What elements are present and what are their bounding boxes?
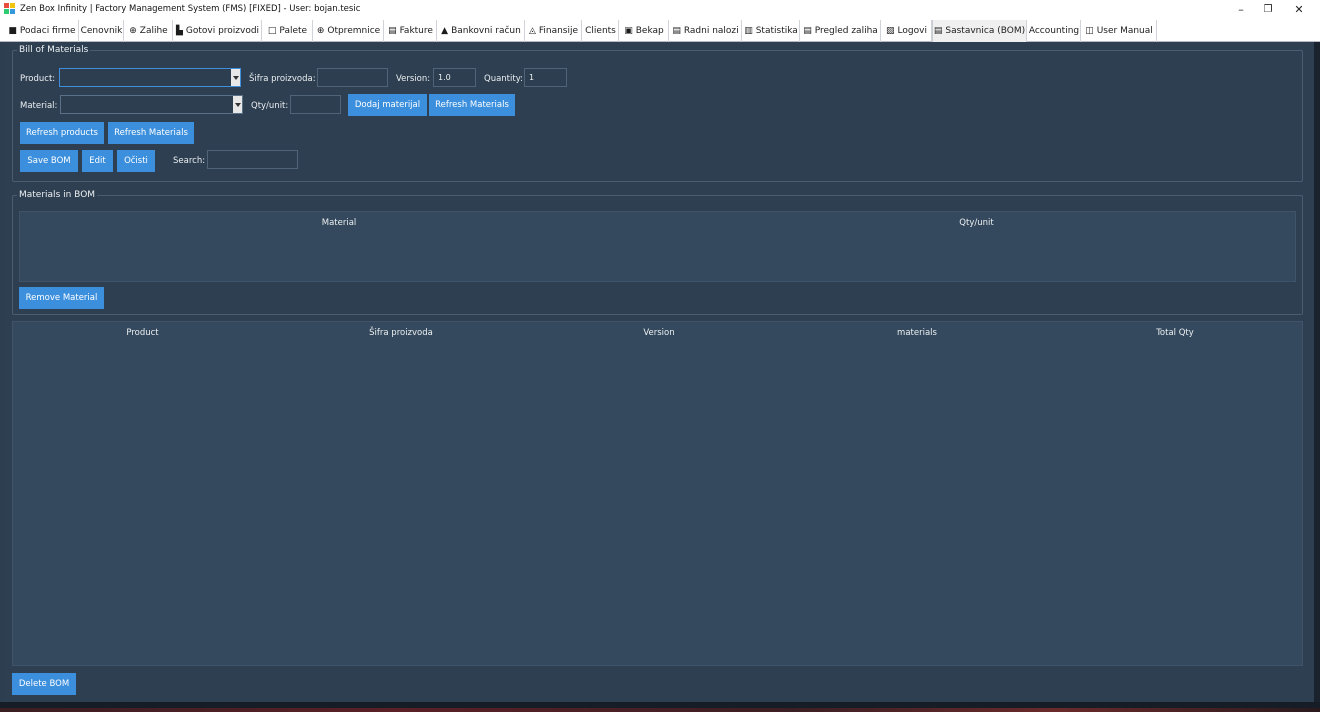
search-label: Search: bbox=[173, 156, 206, 166]
log-file-icon: ▧ bbox=[886, 26, 895, 36]
bank-icon: ▲ bbox=[441, 26, 449, 36]
search-input[interactable] bbox=[207, 150, 298, 169]
quantity-input[interactable]: 1 bbox=[524, 68, 567, 87]
delete-bom-button[interactable]: Delete BOM bbox=[12, 673, 76, 695]
tab-label: Bankovni račun bbox=[451, 26, 521, 36]
tab-label: Zalihe bbox=[139, 26, 168, 36]
invoice-icon: ▤ bbox=[388, 26, 397, 36]
chevron-down-icon[interactable] bbox=[231, 69, 240, 86]
tab-label: Accounting bbox=[1028, 26, 1080, 36]
materials-table[interactable]: Material Qty/unit bbox=[19, 211, 1296, 282]
sifra-label: Šifra proizvoda: bbox=[249, 74, 316, 84]
taskbar-glow bbox=[0, 708, 1320, 712]
remove-material-button[interactable]: Remove Material bbox=[19, 287, 104, 309]
list-icon: ▤ bbox=[803, 26, 812, 36]
factory-icon: ▙ bbox=[175, 26, 183, 36]
maximize-button[interactable]: ❐ bbox=[1251, 0, 1285, 18]
version-label: Version: bbox=[396, 74, 431, 84]
pallet-icon: □ bbox=[267, 26, 277, 36]
close-button[interactable]: ✕ bbox=[1282, 0, 1316, 18]
product-combobox[interactable] bbox=[59, 68, 241, 87]
materials-in-bom-group: Materials in BOM Material Qty/unit Remov… bbox=[12, 190, 1303, 315]
bom-tab-content: Bill of Materials Product: Šifra proizvo… bbox=[4, 42, 1314, 702]
chevron-down-icon[interactable] bbox=[233, 96, 242, 113]
refresh-materials-button-secondary[interactable]: Refresh Materials bbox=[108, 122, 194, 144]
column-header-sifra[interactable]: Šifra proizvoda bbox=[272, 322, 530, 344]
window-edge bbox=[1314, 42, 1320, 707]
add-material-button[interactable]: Dodaj materijal bbox=[348, 94, 427, 116]
product-label: Product: bbox=[20, 74, 56, 84]
version-input[interactable]: 1.0 bbox=[433, 68, 476, 87]
tab-label: Radni nalozi bbox=[683, 26, 739, 36]
tab-label: Statistika bbox=[755, 26, 798, 36]
building-icon: ■ bbox=[8, 26, 17, 36]
tab-statistika[interactable]: ▥ Statistika bbox=[743, 20, 800, 42]
tab-gotovi-proizvodi[interactable]: ▙ Gotovi proizvodi bbox=[174, 20, 262, 42]
column-header-product[interactable]: Product bbox=[13, 322, 272, 344]
material-combobox[interactable] bbox=[60, 95, 243, 114]
tab-accounting[interactable]: Accounting bbox=[1028, 20, 1081, 42]
tab-label: Bekap bbox=[635, 26, 664, 36]
tab-label: Sastavnica (BOM) bbox=[945, 26, 1026, 36]
tab-label: Finansije bbox=[538, 26, 579, 36]
material-label: Material: bbox=[20, 101, 58, 111]
tab-podaci-firme[interactable]: ■ Podaci firme bbox=[6, 20, 79, 42]
bill-of-materials-group: Bill of Materials Product: Šifra proizvo… bbox=[12, 45, 1303, 182]
tab-label: Palete bbox=[279, 26, 308, 36]
tab-palete[interactable]: □ Palete bbox=[263, 20, 313, 42]
tab-clients[interactable]: Clients bbox=[583, 20, 619, 42]
tab-finansije[interactable]: ◬ Finansije bbox=[526, 20, 582, 42]
package-icon: ⊕ bbox=[316, 26, 325, 36]
tab-pregled-zaliha[interactable]: ▤ Pregled zaliha bbox=[801, 20, 881, 42]
tab-logovi[interactable]: ▧ Logovi bbox=[882, 20, 932, 42]
tab-otpremnice[interactable]: ⊕ Otpremnice bbox=[314, 20, 384, 42]
bom-list-table[interactable]: Product Šifra proizvoda Version material… bbox=[12, 321, 1303, 666]
column-header-total-qty[interactable]: Total Qty bbox=[1046, 322, 1304, 344]
column-header-materials[interactable]: materials bbox=[788, 322, 1046, 344]
tab-label: User Manual bbox=[1096, 26, 1153, 36]
tab-sastavnica-bom[interactable]: ▤ Sastavnica (BOM) bbox=[932, 20, 1027, 42]
tab-label: Cenovnik bbox=[80, 26, 123, 36]
tab-label: Pregled zaliha bbox=[814, 26, 878, 36]
save-disk-icon: ▣ bbox=[624, 26, 633, 36]
bom-list-icon: ▤ bbox=[933, 26, 943, 36]
tab-label: Logovi bbox=[897, 26, 927, 36]
tab-bankovni-racun[interactable]: ▲ Bankovni račun bbox=[438, 20, 525, 42]
main-tab-bar: ■ Podaci firme Cenovnik ⊕ Zalihe ▙ Gotovi p… bbox=[0, 18, 1320, 42]
money-bag-icon: ◬ bbox=[528, 26, 536, 36]
sifra-input[interactable] bbox=[317, 68, 388, 87]
save-bom-button[interactable]: Save BOM bbox=[20, 150, 78, 172]
clear-button[interactable]: Očisti bbox=[117, 150, 155, 172]
column-header-material[interactable]: Material bbox=[20, 212, 658, 234]
tab-label: Clients bbox=[585, 26, 616, 36]
tab-zalihe[interactable]: ⊕ Zalihe bbox=[125, 20, 173, 42]
taskbar-edge bbox=[0, 702, 1320, 712]
app-logo-icon bbox=[4, 3, 16, 15]
group-title: Bill of Materials bbox=[17, 45, 91, 56]
tab-radni-nalozi[interactable]: ▤ Radni nalozi bbox=[670, 20, 742, 42]
box-icon: ⊕ bbox=[129, 26, 137, 36]
group-title: Materials in BOM bbox=[17, 190, 98, 201]
book-icon: ◫ bbox=[1085, 26, 1094, 36]
window-titlebar: Zen Box Infinity | Factory Management Sy… bbox=[0, 0, 1320, 18]
tab-user-manual[interactable]: ◫ User Manual bbox=[1082, 20, 1157, 42]
qty-unit-label: Qty/unit: bbox=[251, 101, 289, 111]
edit-button[interactable]: Edit bbox=[82, 150, 113, 172]
bar-chart-icon: ▥ bbox=[744, 26, 753, 36]
tab-label: Fakture bbox=[399, 26, 433, 36]
tab-label: Otpremnice bbox=[327, 26, 381, 36]
tab-fakture[interactable]: ▤ Fakture bbox=[385, 20, 437, 42]
window-title: Zen Box Infinity | Factory Management Sy… bbox=[20, 4, 361, 14]
column-header-version[interactable]: Version bbox=[530, 322, 788, 344]
tab-label: Gotovi proizvodi bbox=[185, 26, 260, 36]
refresh-products-button[interactable]: Refresh products bbox=[20, 122, 104, 144]
clipboard-icon: ▤ bbox=[672, 26, 681, 36]
tab-label: Podaci firme bbox=[19, 26, 76, 36]
qty-unit-input[interactable] bbox=[290, 95, 341, 114]
column-header-qty-unit[interactable]: Qty/unit bbox=[658, 212, 1295, 234]
quantity-label: Quantity: bbox=[484, 74, 523, 84]
refresh-materials-button[interactable]: Refresh Materials bbox=[429, 94, 515, 116]
tab-cenovnik[interactable]: Cenovnik bbox=[80, 20, 124, 42]
tab-bekap[interactable]: ▣ Bekap bbox=[620, 20, 669, 42]
